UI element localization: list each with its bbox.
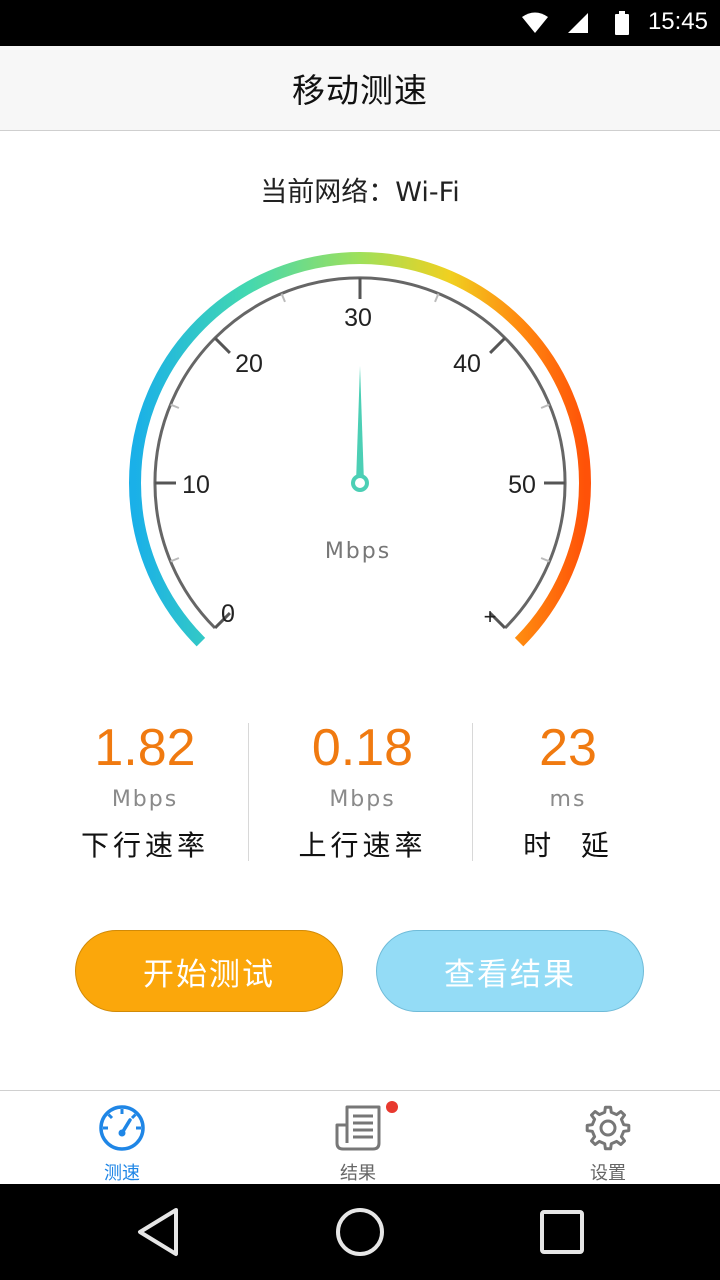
document-icon <box>335 1105 381 1151</box>
minor-tick <box>434 293 440 303</box>
stats-panel: 1.82 Mbps 下行速率 0.18 Mbps 上行速率 23 ms 时 延 <box>0 715 720 865</box>
latency-value: 23 <box>539 719 597 777</box>
tick-label-30: 30 <box>344 304 372 332</box>
back-icon[interactable] <box>132 1204 188 1260</box>
wifi-icon <box>522 12 548 33</box>
tab-settings-label: 设置 <box>590 1163 626 1184</box>
status-bar: 15:45 <box>0 0 720 46</box>
tick-label-plus: + <box>484 604 497 629</box>
minor-tick <box>170 403 180 409</box>
title-bar: 移动测速 <box>0 46 720 131</box>
latency-unit: ms <box>549 787 587 812</box>
minor-tick <box>280 293 286 303</box>
status-time: 15:45 <box>647 8 708 35</box>
divider <box>472 723 473 861</box>
tab-settings[interactable]: 设置 <box>528 1091 688 1185</box>
home-icon[interactable] <box>332 1204 388 1260</box>
divider <box>248 723 249 861</box>
minor-tick <box>540 403 550 409</box>
upload-stat: 0.18 Mbps 上行速率 <box>255 715 470 865</box>
view-results-button[interactable]: 查看结果 <box>376 930 644 1012</box>
gear-icon <box>585 1105 631 1151</box>
start-test-button[interactable]: 开始测试 <box>75 930 343 1012</box>
speed-gauge: 0 10 20 30 40 50 + Mbps <box>129 252 591 647</box>
download-unit: Mbps <box>111 787 179 812</box>
battery-icon <box>615 11 629 35</box>
tick-label-40: 40 <box>453 350 481 378</box>
upload-value: 0.18 <box>311 719 414 777</box>
minor-tick <box>540 557 550 563</box>
tick-label-50: 50 <box>508 471 536 499</box>
major-tick <box>213 336 231 354</box>
gauge-needle-hub <box>351 474 369 492</box>
tab-speedtest-label: 测速 <box>104 1163 140 1184</box>
signal-icon <box>568 13 588 33</box>
download-stat: 1.82 Mbps 下行速率 <box>40 715 250 865</box>
tab-results-label: 结果 <box>340 1163 376 1184</box>
upload-label: 上行速率 <box>298 829 427 862</box>
latency-stat: 23 ms 时 延 <box>478 715 658 865</box>
recents-icon[interactable] <box>534 1204 590 1260</box>
minor-tick <box>170 557 180 563</box>
latency-label: 时 延 <box>523 829 613 862</box>
bottom-tab-bar: 测速 结果 设置 <box>0 1090 720 1185</box>
upload-unit: Mbps <box>329 787 396 812</box>
notification-badge <box>386 1101 398 1113</box>
gauge-needle <box>356 366 364 483</box>
download-value: 1.82 <box>94 719 196 777</box>
network-label: 当前网络：Wi-Fi <box>260 177 460 208</box>
gauge-unit: Mbps <box>325 539 391 564</box>
tab-results[interactable]: 结果 <box>278 1091 438 1185</box>
major-tick <box>489 336 507 354</box>
tick-label-10: 10 <box>182 471 210 499</box>
tab-speedtest[interactable]: 测速 <box>42 1091 202 1185</box>
tick-label-0: 0 <box>221 600 235 628</box>
download-label: 下行速率 <box>80 829 209 862</box>
speedometer-icon <box>99 1105 145 1151</box>
tick-label-20: 20 <box>235 350 263 378</box>
system-nav-bar <box>0 1184 720 1280</box>
page-title: 移动测速 <box>292 71 428 110</box>
